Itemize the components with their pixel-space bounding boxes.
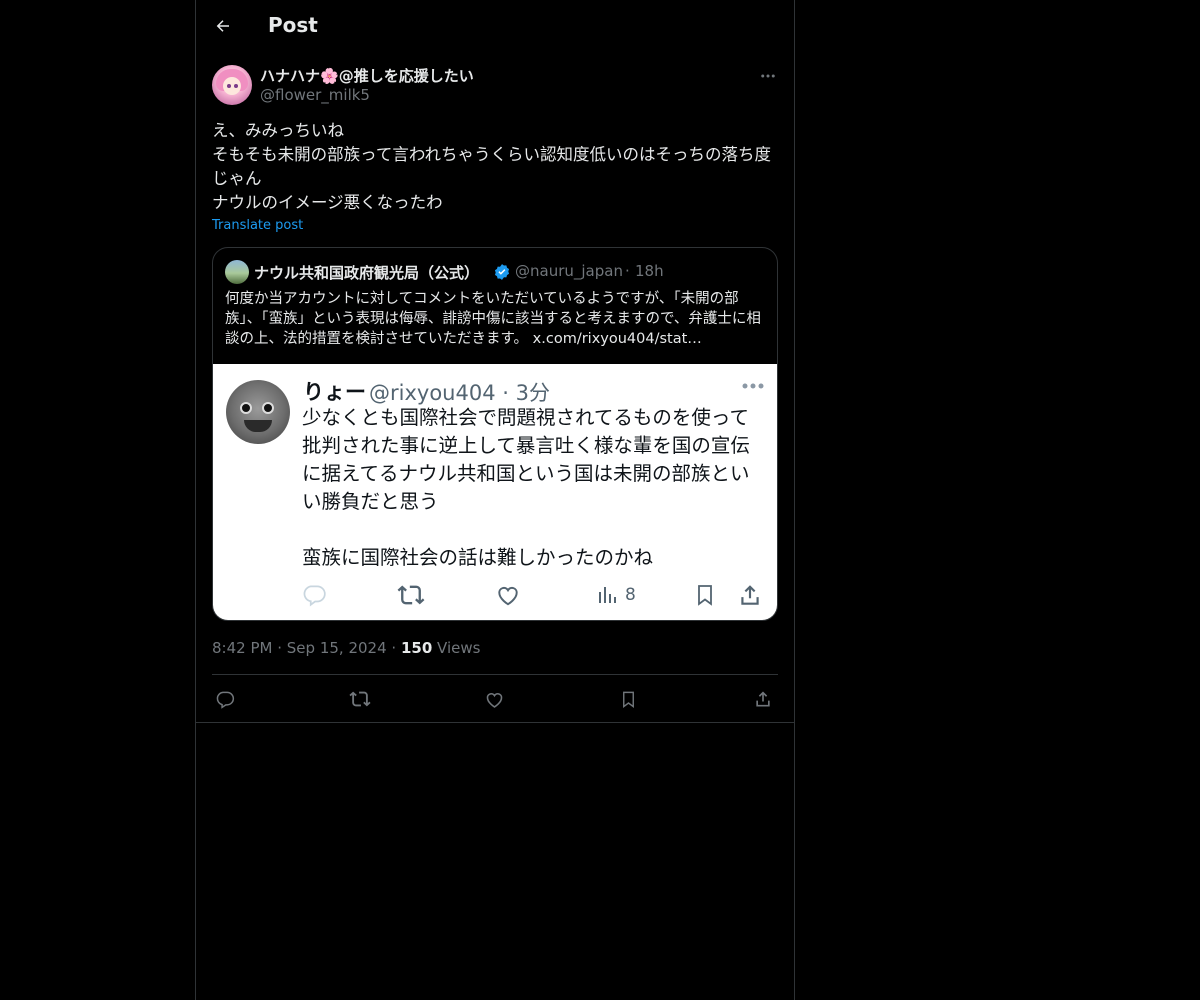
bookmark-icon (622, 691, 634, 708)
screenshot-reply-icon (301, 580, 327, 610)
screenshot-author-name: りょー (303, 380, 366, 404)
repost-icon (349, 691, 371, 707)
quoted-post-time[interactable]: 18h (635, 262, 664, 280)
post-metadata: 8:42 PM · Sep 15, 2024 · 150 Views (212, 639, 480, 657)
screenshot-handle-time: @rixyou404 · 3分 (369, 381, 550, 405)
screenshot-avatar (226, 380, 290, 444)
translate-post-link[interactable]: Translate post (212, 218, 303, 233)
verified-badge-icon (494, 264, 510, 280)
like-button[interactable] (481, 686, 507, 712)
share-icon (756, 691, 770, 707)
reply-icon (216, 691, 235, 709)
avatar[interactable] (212, 65, 252, 105)
screenshot-bookmark-icon (693, 580, 717, 610)
post-time[interactable]: 8:42 PM (212, 639, 272, 657)
quoted-post-image[interactable]: りょー @rixyou404 · 3分 少なくとも国際社会で問題視されてるものを… (213, 364, 777, 620)
back-button[interactable] (210, 13, 236, 39)
flower-emoji: 🌸 (320, 67, 339, 85)
share-button[interactable] (750, 686, 776, 712)
screenshot-share-icon (737, 580, 763, 610)
quoted-post-header: ナウル共和国政府観光局（公式） @nauru_japan · 18h (225, 260, 765, 284)
views-label: Views (437, 639, 481, 657)
screenshot-views-icon: 8 (595, 580, 636, 610)
divider (212, 674, 778, 675)
screenshot-actions: 8 (301, 580, 765, 610)
screenshot-text: 少なくとも国際社会で問題視されてるものを使って批判された事に逆上して暴言吐く様な… (302, 406, 750, 569)
post-date[interactable]: Sep 15, 2024 (287, 639, 387, 657)
author-display-name[interactable]: ハナハナ🌸@推しを応援したい (260, 65, 474, 86)
screenshot-more-icon (742, 383, 764, 389)
post-text: え、みみっちいね そもそも未開の部族って言われちゃうくらい認知度低いのはそっちの… (212, 121, 772, 212)
divider (196, 722, 794, 723)
more-options-button[interactable] (758, 66, 778, 86)
screenshot-repost-icon (397, 580, 425, 610)
more-horizontal-icon (761, 74, 775, 78)
quoted-author-handle[interactable]: @nauru_japan (515, 262, 623, 280)
main-column: Post ハナハナ🌸@推しを応援したい @flower_milk5 え、みみっち… (195, 0, 795, 1000)
post-author: ハナハナ🌸@推しを応援したい @flower_milk5 (212, 64, 778, 108)
page-header: Post (196, 0, 794, 53)
arrow-left-icon (216, 20, 229, 32)
quoted-avatar[interactable] (225, 260, 249, 284)
repost-button[interactable] (347, 686, 373, 712)
heart-icon (486, 692, 502, 708)
screenshot-views-count: 8 (625, 585, 636, 605)
author-handle[interactable]: @flower_milk5 (260, 86, 370, 104)
post-actions (212, 686, 778, 712)
bookmark-button[interactable] (615, 686, 641, 712)
reply-button[interactable] (212, 686, 238, 712)
screenshot-like-icon (495, 580, 521, 610)
views-count: 150 (400, 639, 433, 657)
quoted-post[interactable]: ナウル共和国政府観光局（公式） @nauru_japan · 18h 何度か当ア… (212, 247, 778, 621)
quoted-author-name[interactable]: ナウル共和国政府観光局（公式） (254, 262, 479, 283)
separator-dot: · (277, 639, 287, 657)
page-title: Post (268, 13, 318, 37)
separator-dot: · (625, 262, 630, 280)
quoted-post-text: 何度か当アカウントに対してコメントをいただいているようですが、「未開の部族」、「… (225, 291, 761, 347)
separator-dot: · (391, 639, 401, 657)
